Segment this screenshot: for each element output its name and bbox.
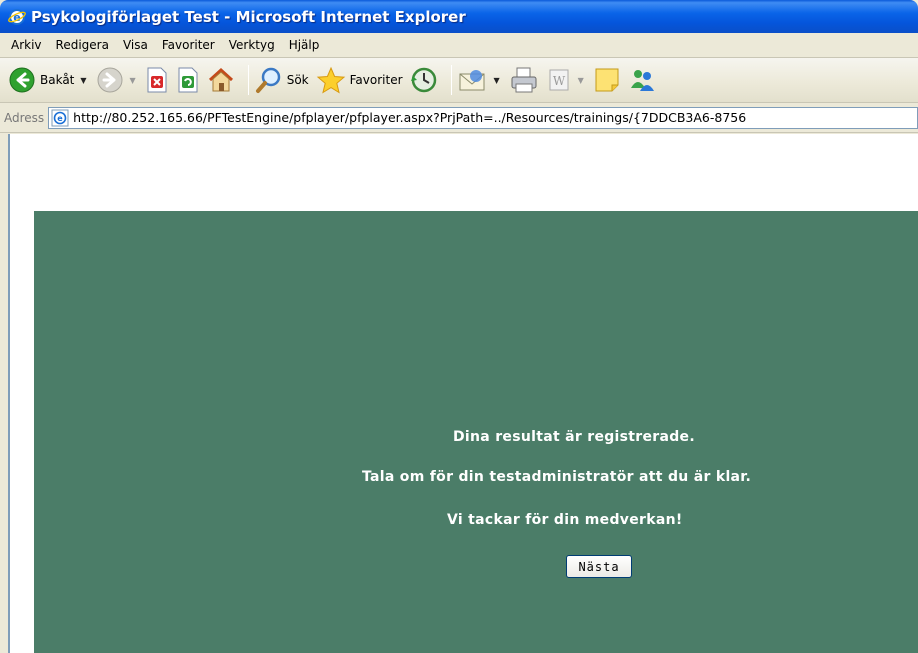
menu-redigera[interactable]: Redigera — [49, 36, 116, 54]
word-document-icon: W — [549, 69, 569, 91]
toolbar: Bakåt ▼ ▼ Sök Favoriter ▼ W ▼ — [0, 58, 918, 103]
internet-explorer-icon: e — [8, 8, 26, 25]
sticky-note-icon — [595, 68, 619, 92]
completion-panel: Dina resultat är registrerade. Tala om f… — [34, 211, 918, 653]
search-label: Sök — [286, 73, 309, 87]
address-bar: Adress e http://80.252.165.66/PFTestEngi… — [0, 103, 918, 133]
history-clock-icon — [410, 67, 436, 93]
refresh-icon — [178, 67, 198, 93]
next-button[interactable]: Nästa — [566, 555, 632, 578]
menu-bar: Arkiv Redigera Visa Favoriter Verktyg Hj… — [0, 33, 918, 58]
back-label: Bakåt — [40, 73, 75, 87]
toolbar-separator — [247, 65, 249, 95]
home-icon — [208, 67, 233, 92]
address-input[interactable]: e http://80.252.165.66/PFTestEngine/pfpl… — [48, 106, 918, 129]
home-button[interactable] — [207, 66, 235, 94]
menu-hjalp[interactable]: Hjälp — [282, 36, 327, 54]
results-registered-text: Dina resultat är registrerade. — [453, 429, 695, 445]
ie-page-icon: e — [51, 109, 69, 126]
window-titlebar[interactable]: e Psykologiförlaget Test - Microsoft Int… — [0, 0, 918, 33]
page-content: Dina resultat är registrerade. Tala om f… — [8, 134, 918, 653]
refresh-button[interactable] — [176, 67, 200, 93]
messenger-icon — [630, 70, 654, 91]
back-dropdown-icon[interactable]: ▼ — [80, 76, 86, 85]
mail-button[interactable]: ▼ — [458, 66, 502, 94]
forward-dropdown-icon[interactable]: ▼ — [130, 76, 136, 85]
menu-verktyg[interactable]: Verktyg — [222, 36, 282, 54]
history-button[interactable] — [410, 66, 438, 94]
forward-arrow-icon — [97, 67, 123, 93]
menu-arkiv[interactable]: Arkiv — [4, 36, 49, 54]
print-button[interactable] — [509, 66, 539, 94]
menu-favoriter[interactable]: Favoriter — [155, 36, 222, 54]
svg-text:W: W — [553, 74, 566, 88]
mail-icon — [459, 70, 485, 91]
edit-dropdown-icon[interactable]: ▼ — [578, 76, 584, 85]
svg-text:e: e — [57, 114, 63, 123]
search-button[interactable]: Sök — [255, 66, 309, 94]
search-icon — [255, 67, 280, 93]
stop-button[interactable] — [145, 67, 169, 93]
messenger-button[interactable] — [628, 66, 656, 94]
forward-button[interactable]: ▼ — [96, 66, 138, 94]
edit-word-button[interactable]: W ▼ — [546, 66, 586, 94]
tell-administrator-text: Tala om för din testadministratör att du… — [362, 469, 752, 485]
address-url: http://80.252.165.66/PFTestEngine/pfplay… — [73, 110, 747, 125]
stop-icon — [147, 67, 167, 93]
favorites-button[interactable]: Favoriter — [316, 66, 403, 94]
favorites-star-icon — [316, 66, 345, 94]
toolbar-separator — [450, 65, 452, 95]
printer-icon — [511, 67, 537, 93]
note-button[interactable] — [593, 66, 621, 94]
thank-you-text: Vi tackar för din medverkan! — [447, 512, 683, 528]
menu-visa[interactable]: Visa — [116, 36, 155, 54]
favorites-label: Favoriter — [349, 73, 403, 87]
window-title: Psykologiförlaget Test - Microsoft Inter… — [31, 7, 466, 26]
address-label: Adress — [4, 110, 45, 125]
back-arrow-icon — [9, 67, 35, 93]
back-button[interactable]: Bakåt ▼ — [8, 66, 89, 94]
mail-dropdown-icon[interactable]: ▼ — [494, 76, 500, 85]
